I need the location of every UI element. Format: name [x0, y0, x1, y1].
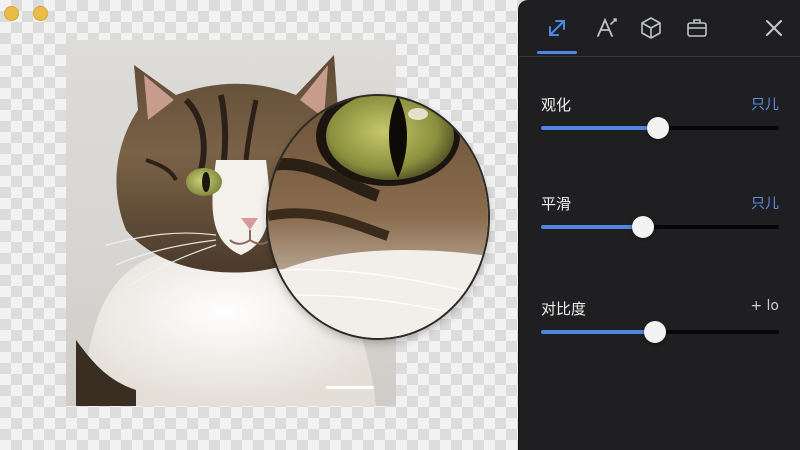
- adjustment-slider[interactable]: [541, 117, 779, 139]
- slider-fill: [541, 126, 658, 130]
- adjustment-action[interactable]: 只儿: [751, 94, 779, 114]
- panel-toolbar: [519, 0, 800, 57]
- slider-knob[interactable]: [646, 117, 669, 139]
- adjustment-action[interactable]: + lo: [750, 298, 779, 314]
- adjustment-label: 观化: [541, 96, 572, 114]
- adjustment-row: 对比度 + lo: [541, 298, 779, 343]
- resize-arrow-icon: [549, 20, 565, 36]
- magnifier-loupe[interactable]: [268, 96, 488, 338]
- close-icon[interactable]: [763, 17, 785, 39]
- briefcase-icon: [687, 19, 707, 37]
- slider-fill: [541, 225, 644, 229]
- text-style-tool-button[interactable]: [593, 14, 621, 42]
- toolbox-button[interactable]: [683, 14, 711, 42]
- adjustment-row: 平滑 只儿: [541, 193, 779, 238]
- adjustment-row: 观化 只儿: [541, 94, 779, 139]
- adjustment-slider[interactable]: [541, 216, 779, 238]
- zoomed-eye-image: [268, 96, 488, 338]
- text-style-icon: [597, 17, 617, 37]
- 3d-tool-button[interactable]: [637, 14, 665, 42]
- adjustment-action[interactable]: 只儿: [751, 193, 779, 213]
- slider-fill: [541, 330, 656, 334]
- slider-knob[interactable]: [632, 216, 655, 238]
- resize-tool-button[interactable]: [537, 14, 577, 54]
- adjustment-panel: 观化 只儿 平滑 只儿 对比度 + lo: [518, 0, 800, 450]
- adjustment-slider[interactable]: [541, 321, 779, 343]
- cube-icon: [641, 17, 661, 39]
- adjustment-label: 对比度: [541, 300, 587, 318]
- image-canvas[interactable]: [0, 0, 518, 450]
- selection-indicator: [326, 386, 374, 389]
- slider-knob[interactable]: [644, 321, 667, 343]
- adjustment-label: 平滑: [541, 195, 572, 213]
